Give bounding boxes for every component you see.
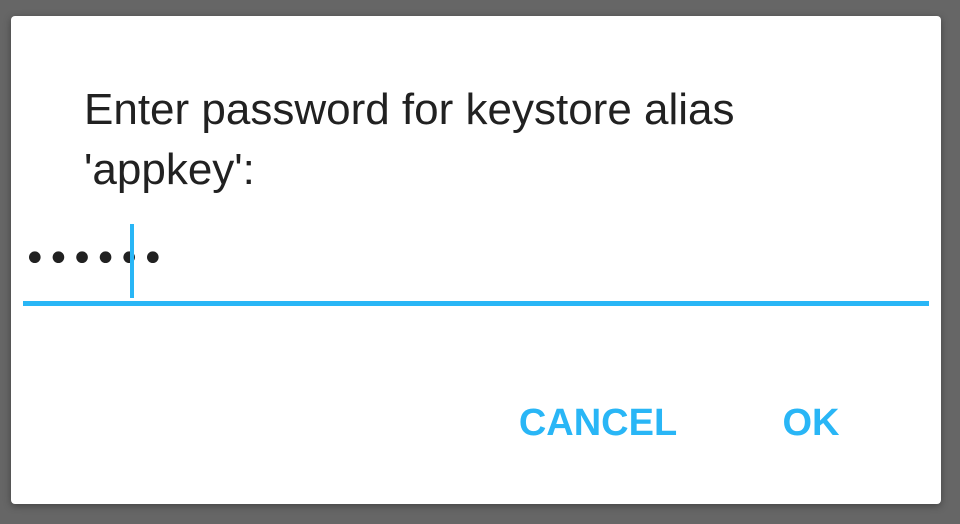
password-input[interactable]: •••••• [23, 220, 929, 306]
dialog-message: Enter password for keystore alias 'appke… [84, 85, 735, 194]
ok-button[interactable]: OK [779, 396, 843, 450]
cancel-button[interactable]: CANCEL [517, 396, 679, 450]
input-underline [23, 301, 929, 306]
text-cursor [130, 224, 134, 298]
password-masked-value: •••••• [23, 236, 165, 282]
password-dialog: Enter password for keystore alias 'appke… [11, 16, 941, 504]
